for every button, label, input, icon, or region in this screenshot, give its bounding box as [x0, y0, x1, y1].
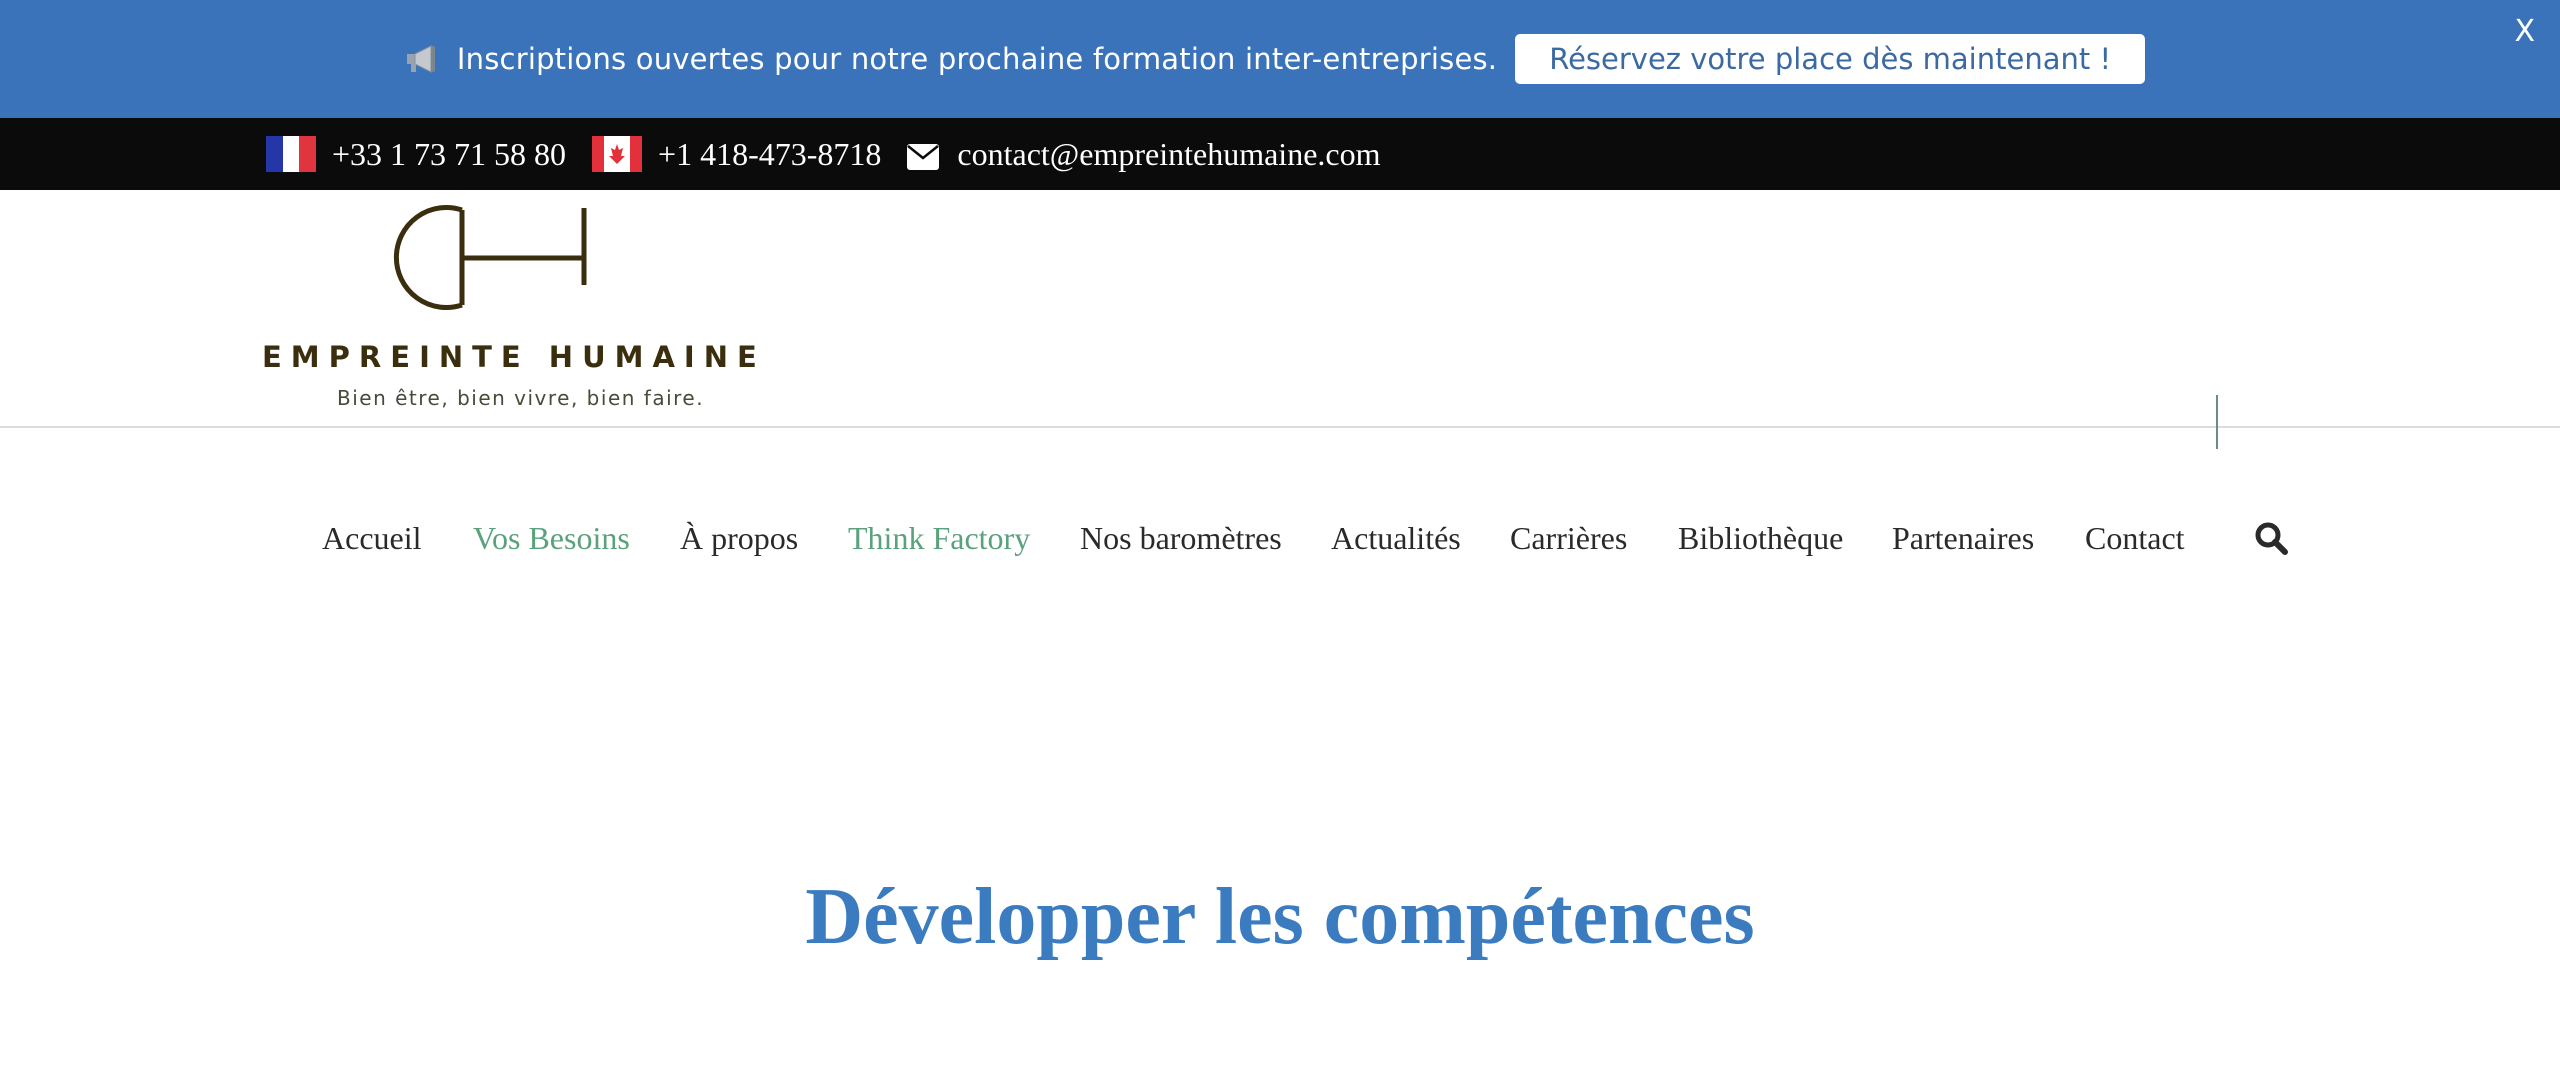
nav-item-bibliotheque[interactable]: Bibliothèque — [1678, 520, 1843, 557]
brand-name: EMPREINTE HUMAINE — [262, 340, 766, 374]
france-flag-icon — [266, 136, 316, 172]
contact-france[interactable]: +33 1 73 71 58 80 — [266, 136, 566, 173]
search-icon[interactable] — [2254, 521, 2288, 555]
envelope-icon — [907, 141, 940, 170]
nav-item-accueil[interactable]: Accueil — [322, 520, 422, 557]
nav-item-actualites[interactable]: Actualités — [1331, 520, 1461, 557]
page-title: Développer les compétences — [805, 873, 1755, 961]
contact-canada[interactable]: +1 418-473-8718 — [592, 136, 881, 173]
contact-bar: +33 1 73 71 58 80 +1 418-473-8718 contac… — [0, 118, 2560, 190]
brand-tagline: Bien être, bien vivre, bien faire. — [337, 386, 705, 410]
announcement-text: Inscriptions ouvertes pour notre prochai… — [456, 42, 1498, 76]
monogram-icon — [393, 205, 587, 310]
email-link: contact@empreintehumaine.com — [957, 135, 1381, 172]
nav-item-nos-barometres[interactable]: Nos baromètres — [1080, 520, 1282, 557]
nav-item-partenaires[interactable]: Partenaires — [1892, 520, 2034, 557]
canada-flag-icon — [592, 136, 643, 172]
brand-logo[interactable]: EMPREINTE HUMAINE Bien être, bien vivre,… — [262, 200, 762, 420]
nav-item-vos-besoins[interactable]: Vos Besoins — [473, 520, 630, 557]
announcement-bar: Inscriptions ouvertes pour notre prochai… — [0, 0, 2560, 118]
nav-item-contact[interactable]: Contact — [2085, 520, 2185, 557]
france-phone: +33 1 73 71 58 80 — [332, 135, 567, 172]
nav-item-a-propos[interactable]: À propos — [680, 520, 798, 557]
megaphone-icon — [405, 43, 439, 75]
header-divider — [0, 426, 2560, 428]
nav-item-think-factory[interactable]: Think Factory — [848, 520, 1030, 557]
contact-email[interactable]: contact@empreintehumaine.com — [907, 136, 1380, 173]
canada-phone: +1 418-473-8718 — [658, 135, 882, 172]
nav-item-carrieres[interactable]: Carrières — [1510, 520, 1627, 557]
close-announcement-button[interactable]: X — [2514, 14, 2535, 49]
announcement-content: Inscriptions ouvertes pour notre prochai… — [405, 34, 2146, 84]
reserve-place-button[interactable]: Réservez votre place dès maintenant ! — [1515, 34, 2146, 84]
main-navigation: Accueil Vos Besoins À propos Think Facto… — [0, 520, 2560, 580]
vertical-separator — [2216, 395, 2218, 449]
